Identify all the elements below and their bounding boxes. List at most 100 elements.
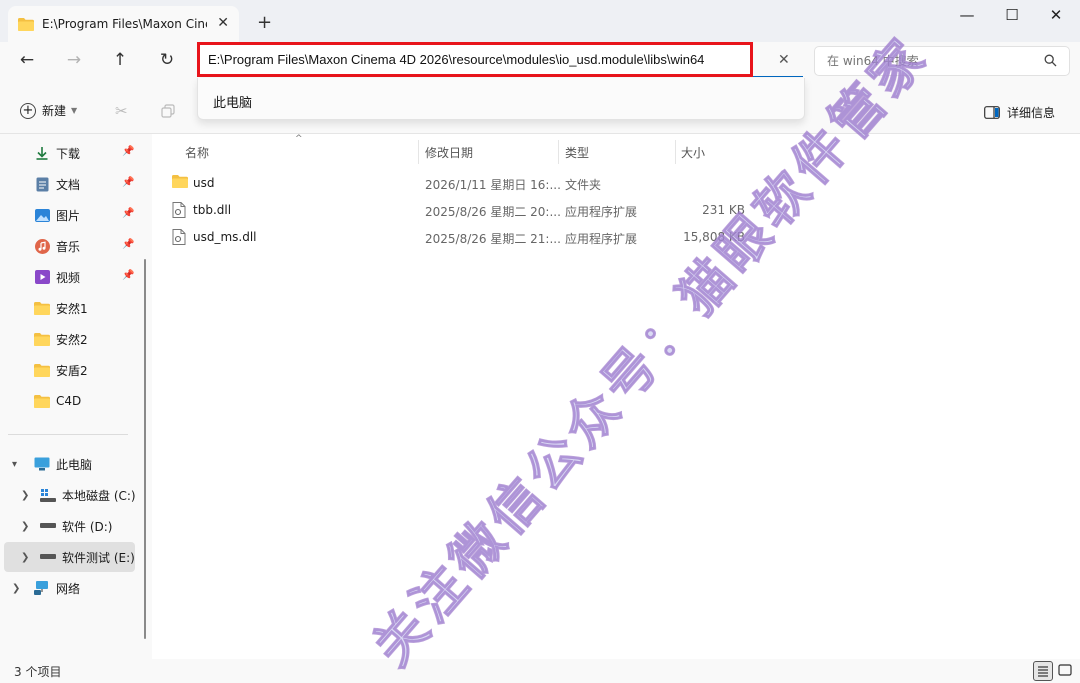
table-row[interactable]: usd_ms.dll 2025/8/26 星期二 21:... 应用程序扩展 1… [152, 224, 1080, 251]
tab-close-icon[interactable]: ✕ [217, 15, 229, 31]
maximize-icon[interactable]: ☐ [1002, 6, 1022, 24]
cut-icon[interactable]: ✂ [115, 102, 128, 120]
search-box[interactable] [814, 46, 1070, 76]
sidebar-item-drive-c[interactable]: 本地磁盘 (C:) [40, 484, 136, 506]
sidebar-item-label: 视频 [56, 270, 81, 285]
pin-icon[interactable]: 📌 [122, 239, 134, 250]
sidebar-item-label: 安然1 [56, 301, 88, 316]
sidebar-item-pictures[interactable]: 图片 [34, 204, 80, 226]
chevron-down-icon[interactable]: ▾ [12, 459, 17, 470]
new-tab-icon[interactable]: + [257, 12, 272, 33]
tab-active[interactable]: E:\Program Files\Maxon Cinen ✕ [8, 6, 239, 42]
table-row[interactable]: usd 2026/1/11 星期日 16:... 文件夹 [152, 170, 1080, 197]
pin-icon[interactable]: 📌 [122, 270, 134, 281]
chevron-right-icon[interactable]: ❯ [21, 552, 29, 563]
address-input[interactable] [208, 52, 738, 67]
forward-arrow-icon[interactable]: → [62, 50, 86, 70]
computer-icon [34, 457, 50, 471]
sidebar-item-andun2[interactable]: 安盾2 [34, 359, 88, 381]
folder-icon [34, 394, 50, 408]
sidebar-item-label: 图片 [56, 208, 81, 223]
column-header-name[interactable]: 名称 [185, 144, 209, 161]
file-type: 应用程序扩展 [565, 232, 638, 246]
up-arrow-icon[interactable]: ↑ [108, 50, 132, 70]
table-row[interactable]: tbb.dll 2025/8/26 星期二 20:... 应用程序扩展 231 … [152, 197, 1080, 224]
address-bar-highlight [197, 42, 753, 77]
refresh-icon[interactable]: ↻ [155, 50, 179, 70]
title-bar: E:\Program Files\Maxon Cinen ✕ + — ☐ ✕ [0, 0, 1080, 42]
file-date: 2025/8/26 星期二 21:... [425, 232, 561, 246]
dll-file-icon [172, 202, 186, 221]
sidebar-item-network[interactable]: 网络 [34, 577, 80, 599]
folder-icon [34, 332, 50, 346]
column-header-date[interactable]: 修改日期 [425, 144, 473, 161]
status-bar: 3 个项目 [0, 659, 1080, 683]
sidebar-item-c4d[interactable]: C4D [34, 390, 81, 412]
pin-icon[interactable]: 📌 [122, 146, 134, 157]
column-separator[interactable] [558, 140, 559, 164]
pin-icon[interactable]: 📌 [122, 177, 134, 188]
sidebar-item-drive-d[interactable]: 软件 (D:) [40, 515, 112, 537]
item-count: 3 个项目 [14, 665, 62, 679]
network-icon [34, 581, 50, 595]
drive-icon [40, 554, 56, 560]
sidebar-item-anran1[interactable]: 安然1 [34, 297, 88, 319]
details-label: 详细信息 [1007, 106, 1056, 120]
details-view-icon[interactable] [1033, 661, 1053, 681]
column-header-type[interactable]: 类型 [565, 144, 589, 161]
new-button[interactable]: + 新建 ▼ [20, 102, 77, 119]
music-icon [34, 238, 50, 254]
folder-icon [18, 17, 34, 31]
new-button-label: 新建 [42, 104, 67, 118]
minimize-icon[interactable]: — [957, 6, 977, 24]
folder-icon [34, 363, 50, 377]
address-suggestion[interactable]: 此电脑 [197, 78, 805, 120]
details-button[interactable]: 详细信息 [984, 104, 1055, 121]
folder-icon [34, 301, 50, 315]
chevron-down-icon: ▼ [71, 106, 78, 115]
search-icon[interactable] [1044, 54, 1057, 67]
pin-icon[interactable]: 📌 [122, 208, 134, 219]
copy-icon[interactable] [161, 104, 175, 118]
folder-icon [172, 175, 188, 191]
video-icon [34, 270, 50, 284]
sidebar-item-label: 下载 [56, 146, 81, 161]
chevron-right-icon[interactable]: ❯ [12, 583, 20, 594]
sidebar-item-label: 本地磁盘 (C:) [62, 488, 136, 503]
address-clear-icon[interactable]: ✕ [778, 52, 790, 68]
file-size: 231 KB [702, 203, 745, 217]
plus-icon: + [20, 102, 36, 119]
file-name: usd_ms.dll [193, 230, 257, 244]
sidebar-item-this-pc[interactable]: 此电脑 [34, 453, 92, 475]
sidebar-item-label: 软件 (D:) [62, 519, 113, 534]
column-header-size[interactable]: 大小 [681, 144, 705, 161]
file-name: usd [193, 176, 215, 190]
sidebar-item-label: 网络 [56, 581, 81, 596]
sidebar-item-label: 安盾2 [56, 363, 88, 378]
chevron-right-icon[interactable]: ❯ [21, 521, 29, 532]
sidebar-item-downloads[interactable]: 下载 [34, 142, 80, 164]
sidebar-item-label: 软件测试 (E:) [62, 550, 135, 565]
details-pane-icon [984, 106, 1000, 119]
sidebar-item-label: 文档 [56, 177, 81, 192]
file-name: tbb.dll [193, 203, 232, 217]
sidebar-item-drive-e[interactable]: 软件测试 (E:) [40, 546, 135, 568]
sidebar-item-documents[interactable]: 文档 [34, 173, 80, 195]
sidebar-item-anran2[interactable]: 安然2 [34, 328, 88, 350]
sidebar-scrollbar[interactable] [144, 259, 146, 639]
document-icon [34, 177, 50, 192]
file-date: 2025/8/26 星期二 20:... [425, 205, 561, 219]
sidebar-divider [8, 434, 128, 435]
column-separator[interactable] [675, 140, 676, 164]
column-separator[interactable] [418, 140, 419, 164]
sidebar-item-music[interactable]: 音乐 [34, 235, 80, 257]
sort-up-icon: ^ [295, 134, 303, 144]
thumbnail-view-icon[interactable] [1056, 661, 1076, 681]
sidebar-item-label: 音乐 [56, 239, 81, 254]
search-input[interactable] [827, 54, 1027, 68]
close-icon[interactable]: ✕ [1046, 6, 1066, 24]
dll-file-icon [172, 229, 186, 248]
sidebar-item-videos[interactable]: 视频 [34, 266, 80, 288]
back-arrow-icon[interactable]: ← [15, 50, 39, 70]
chevron-right-icon[interactable]: ❯ [21, 490, 29, 501]
